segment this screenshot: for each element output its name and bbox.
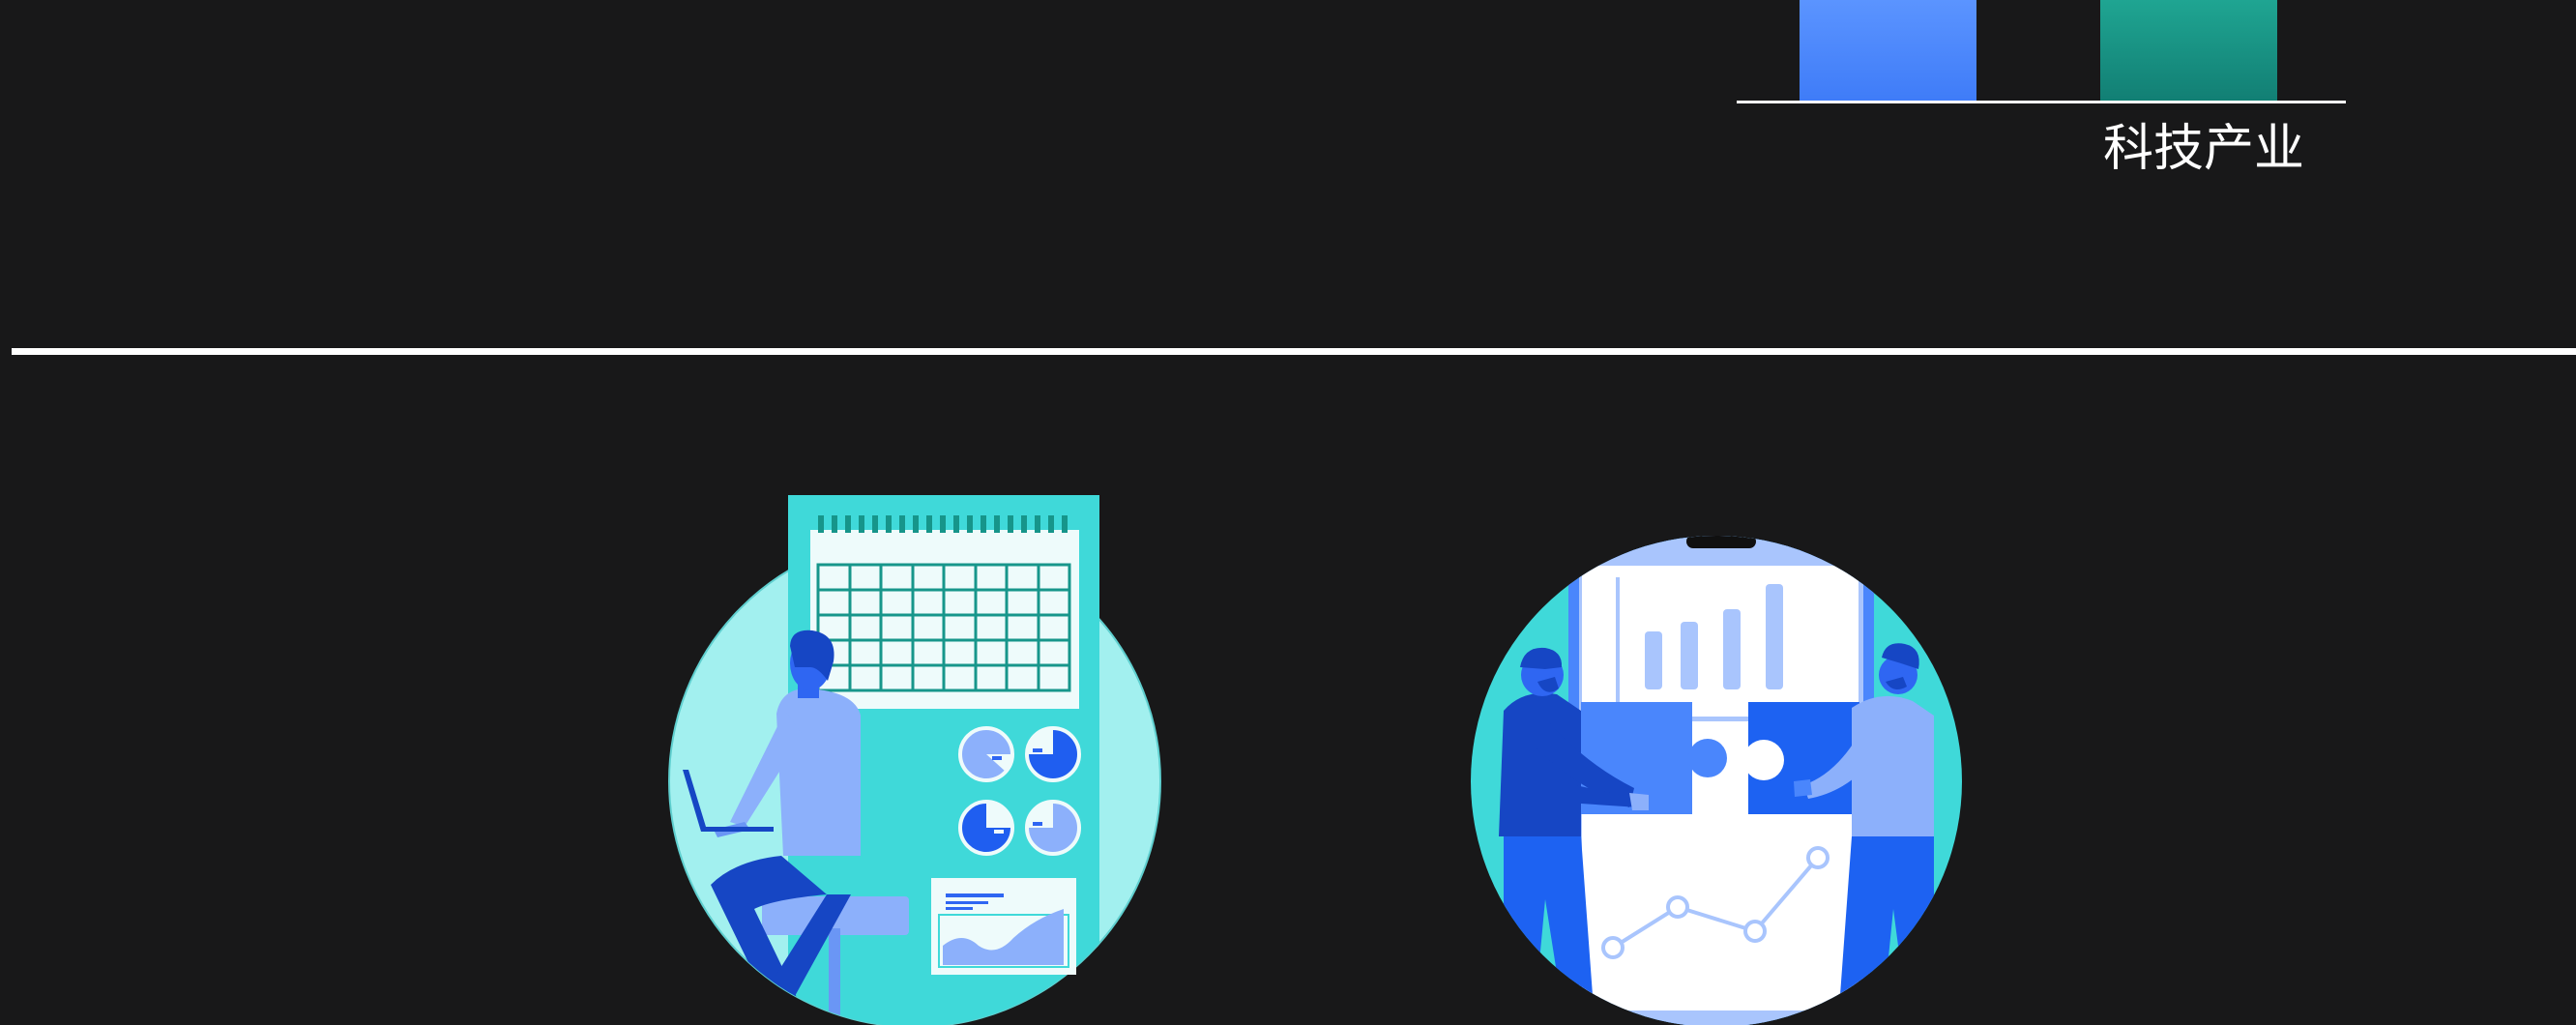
calendar-icon: [810, 515, 1079, 709]
chart-bar-teal: [2100, 0, 2277, 101]
pie-chart-icon: [1025, 726, 1081, 782]
bar-chart: [1737, 0, 2346, 103]
section-divider: [12, 348, 2576, 355]
calendar-analytics-illustration: [668, 495, 1161, 1025]
area-chart-icon: [931, 878, 1076, 975]
chart-bar-blue: [1800, 0, 1976, 101]
pie-chart-icon: [958, 800, 1014, 856]
pie-chart-icon: [958, 726, 1014, 782]
pie-chart-icon: [1025, 800, 1081, 856]
phone-puzzle-illustration: [1471, 536, 1962, 1025]
chart-category-label: 科技产业: [2102, 120, 2304, 178]
